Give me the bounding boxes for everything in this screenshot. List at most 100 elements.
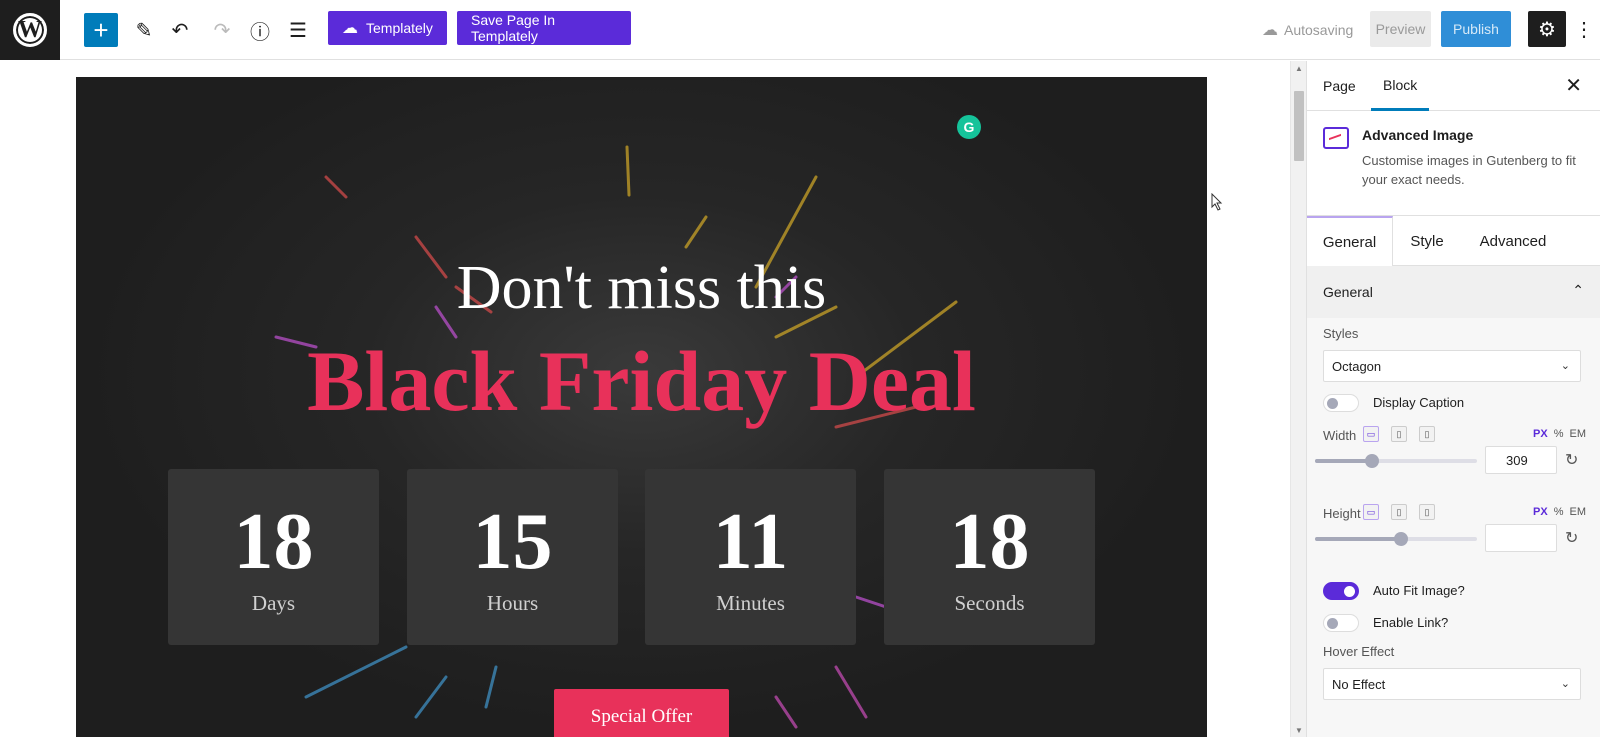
publish-button[interactable]: Publish: [1441, 11, 1511, 47]
styles-label: Styles: [1323, 326, 1359, 341]
preview-button[interactable]: Preview: [1370, 11, 1431, 47]
toggle-knob: [1327, 398, 1338, 409]
general-section-header[interactable]: General ⌃: [1307, 266, 1600, 318]
width-slider[interactable]: [1315, 454, 1477, 468]
canvas-scrollbar[interactable]: ▲ ▼: [1290, 61, 1306, 737]
hover-effect-select[interactable]: No Effect ⌄: [1323, 668, 1581, 700]
editor-canvas: G Don't miss this Black Friday Deal 18 D…: [0, 61, 1290, 737]
settings-sidebar: Page Block ✕ Advanced Image Customise im…: [1306, 61, 1600, 737]
desktop-icon[interactable]: ▭: [1363, 426, 1379, 442]
toggle-knob: [1344, 586, 1355, 597]
hover-effect-value: No Effect: [1332, 676, 1386, 692]
width-reset-icon[interactable]: ↻: [1565, 450, 1583, 469]
unit-em[interactable]: EM: [1570, 428, 1587, 440]
tablet-icon[interactable]: ▯: [1391, 504, 1407, 520]
countdown-days: 18 Days: [168, 469, 379, 645]
height-label: Height: [1323, 506, 1361, 521]
styles-value: Octagon: [1332, 358, 1382, 374]
settings-gear-icon[interactable]: ⚙: [1528, 11, 1566, 47]
countdown-hours: 15 Hours: [407, 469, 618, 645]
unit-percent[interactable]: %: [1554, 506, 1564, 518]
width-slider-fill: [1315, 459, 1372, 463]
templately-label: Templately: [366, 20, 433, 36]
hero-heading[interactable]: Don't miss this: [76, 253, 1207, 324]
wordpress-logo[interactable]: W: [0, 0, 60, 60]
sidebar-tabs: Page Block ✕: [1307, 61, 1600, 111]
tab-advanced[interactable]: Advanced: [1461, 216, 1565, 266]
countdown-minutes-value: 11: [712, 498, 789, 586]
templately-icon: ☁: [342, 20, 358, 37]
height-slider-fill: [1315, 537, 1401, 541]
chevron-down-icon: ⌄: [1560, 360, 1570, 372]
autosave-label: Autosaving: [1284, 22, 1354, 38]
cloud-icon: ☁: [1262, 22, 1278, 39]
unit-px[interactable]: PX: [1533, 428, 1548, 440]
enable-link-toggle[interactable]: [1323, 614, 1359, 632]
height-reset-icon[interactable]: ↻: [1565, 528, 1583, 547]
height-slider-knob[interactable]: [1394, 532, 1408, 546]
countdown-days-label: Days: [251, 591, 296, 615]
unit-percent[interactable]: %: [1554, 428, 1564, 440]
settings-tabs: General Style Advanced: [1307, 216, 1600, 266]
general-section-body: Styles Octagon ⌄ Display Caption Width ▭…: [1307, 318, 1600, 737]
block-title: Advanced Image: [1362, 127, 1474, 143]
list-view-icon[interactable]: ☰: [282, 12, 314, 48]
mobile-icon[interactable]: ▯: [1419, 504, 1435, 520]
hero-block[interactable]: Don't miss this Black Friday Deal 18 Day…: [76, 77, 1207, 737]
chevron-down-icon: ⌄: [1560, 678, 1570, 690]
countdown-seconds-value: 18: [949, 498, 1030, 586]
tab-general[interactable]: General: [1307, 216, 1393, 266]
width-slider-knob[interactable]: [1365, 454, 1379, 468]
tab-page[interactable]: Page: [1323, 61, 1356, 111]
black-friday-heading[interactable]: Black Friday Deal: [76, 331, 1207, 431]
height-units: PX % EM: [1533, 506, 1586, 518]
unit-em[interactable]: EM: [1570, 506, 1587, 518]
width-input[interactable]: 309: [1485, 446, 1557, 474]
canvas-scroll-thumb[interactable]: [1294, 91, 1304, 161]
scroll-down-arrow-icon[interactable]: ▼: [1291, 723, 1307, 737]
special-offer-button[interactable]: Special Offer: [554, 689, 729, 737]
enable-link-label: Enable Link?: [1373, 615, 1449, 630]
desktop-icon[interactable]: ▭: [1363, 504, 1379, 520]
close-icon[interactable]: ✕: [1565, 73, 1582, 98]
tab-block[interactable]: Block: [1371, 61, 1430, 111]
redo-icon[interactable]: ↷: [206, 12, 238, 48]
undo-icon[interactable]: ↶: [164, 12, 196, 48]
height-slider[interactable]: [1315, 532, 1477, 546]
info-icon[interactable]: ⓘ: [244, 12, 276, 48]
countdown-minutes-label: Minutes: [716, 591, 785, 615]
countdown-hours-label: Hours: [486, 591, 539, 615]
auto-fit-toggle[interactable]: [1323, 582, 1359, 600]
scroll-up-arrow-icon[interactable]: ▲: [1291, 61, 1307, 75]
countdown-seconds: 18 Seconds: [884, 469, 1095, 645]
chevron-up-icon: ⌃: [1572, 282, 1584, 298]
wordpress-icon: W: [13, 13, 47, 47]
unit-px[interactable]: PX: [1533, 506, 1548, 518]
tablet-icon[interactable]: ▯: [1391, 426, 1407, 442]
save-in-templately-button[interactable]: Save Page In Templately: [457, 11, 631, 45]
countdown-days-value: 18: [233, 498, 314, 586]
block-description: Customise images in Gutenberg to fit you…: [1362, 153, 1576, 187]
hover-effect-label: Hover Effect: [1323, 644, 1395, 659]
display-caption-label: Display Caption: [1373, 395, 1465, 410]
tab-style[interactable]: Style: [1393, 216, 1461, 266]
mouse-cursor-icon: [1211, 193, 1223, 211]
advanced-image-icon: [1323, 127, 1349, 149]
height-input[interactable]: [1485, 524, 1557, 552]
width-units: PX % EM: [1533, 428, 1586, 440]
display-caption-toggle[interactable]: [1323, 394, 1359, 412]
editor-toolbar: W + ✎ ↶ ↷ ⓘ ☰ ☁ Templately Save Page In …: [0, 0, 1600, 60]
edit-tool-icon[interactable]: ✎: [128, 12, 160, 48]
toggle-knob: [1327, 618, 1338, 629]
block-card: Advanced Image Customise images in Guten…: [1307, 111, 1600, 216]
countdown-seconds-label: Seconds: [954, 591, 1025, 615]
styles-select[interactable]: Octagon ⌄: [1323, 350, 1581, 382]
add-block-button[interactable]: +: [84, 13, 118, 47]
width-label: Width: [1323, 428, 1357, 443]
mobile-icon[interactable]: ▯: [1419, 426, 1435, 442]
grammarly-icon[interactable]: G: [957, 115, 981, 139]
more-options-icon[interactable]: ⋮: [1574, 14, 1594, 44]
countdown-minutes: 11 Minutes: [645, 469, 856, 645]
autosave-status: ☁ Autosaving: [1262, 20, 1353, 40]
templately-button[interactable]: ☁ Templately: [328, 11, 447, 45]
